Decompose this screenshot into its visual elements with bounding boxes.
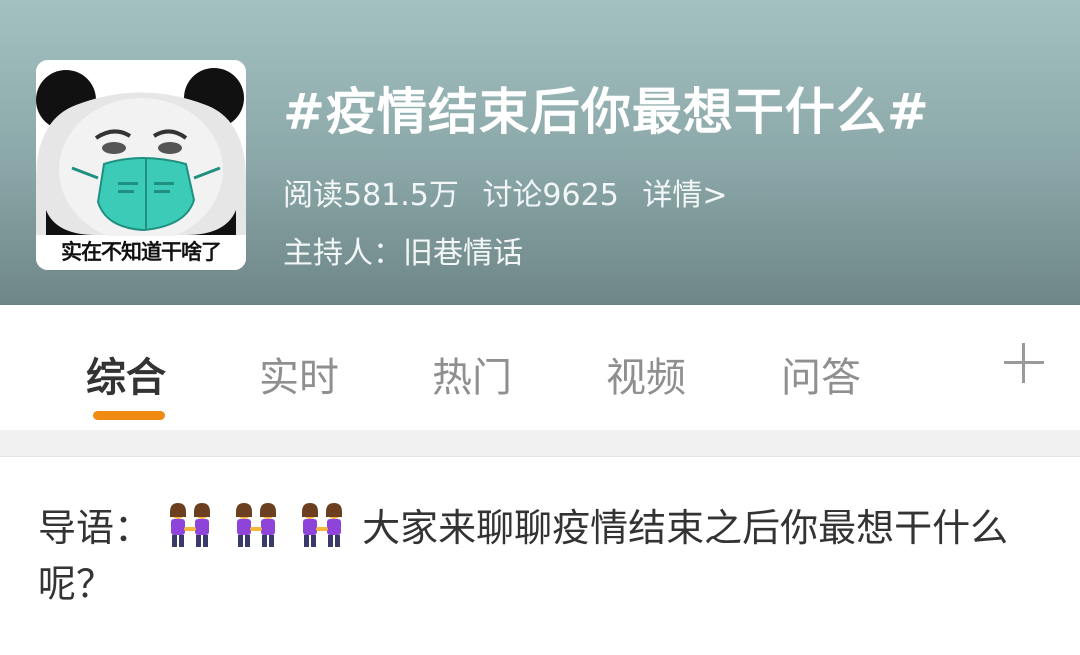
tab-hot[interactable]: 热门 xyxy=(432,345,512,403)
tab-realtime[interactable]: 实时 xyxy=(259,345,339,403)
tab-comprehensive[interactable]: 综合 xyxy=(86,345,166,403)
intro-prefix: 导语： xyxy=(38,506,153,550)
active-tab-indicator xyxy=(93,411,165,420)
section-divider xyxy=(0,430,1080,457)
tab-bar: 综合 实时 热门 视频 问答 xyxy=(0,305,1080,430)
two-women-holding-hands-emoji xyxy=(170,503,211,547)
plus-icon[interactable] xyxy=(1000,339,1048,387)
tab-video[interactable]: 视频 xyxy=(606,345,686,403)
topic-stats: 阅读581.5万 讨论9625 详情> xyxy=(283,170,741,214)
thumbnail-caption: 实在不知道干啥了 xyxy=(61,240,222,264)
discussion-count: 讨论9625 xyxy=(482,178,619,213)
details-link[interactable]: 详情> xyxy=(642,178,727,213)
topic-intro: 导语： 大家来聊聊疫情结束之后你最想干什么呢？ xyxy=(38,500,1048,612)
topic-title: #疫情结束后你最想干什么# xyxy=(283,83,930,141)
topic-thumbnail[interactable]: 实在不知道干啥了 xyxy=(36,60,246,270)
two-women-holding-hands-emoji xyxy=(302,503,343,547)
tab-qa[interactable]: 问答 xyxy=(781,345,861,403)
read-count: 阅读581.5万 xyxy=(283,178,459,213)
topic-host[interactable]: 主持人：旧巷情话 xyxy=(283,228,523,272)
two-women-holding-hands-emoji xyxy=(236,503,277,547)
topic-header: 实在不知道干啥了 #疫情结束后你最想干什么# 阅读581.5万 讨论9625 详… xyxy=(0,0,1080,305)
